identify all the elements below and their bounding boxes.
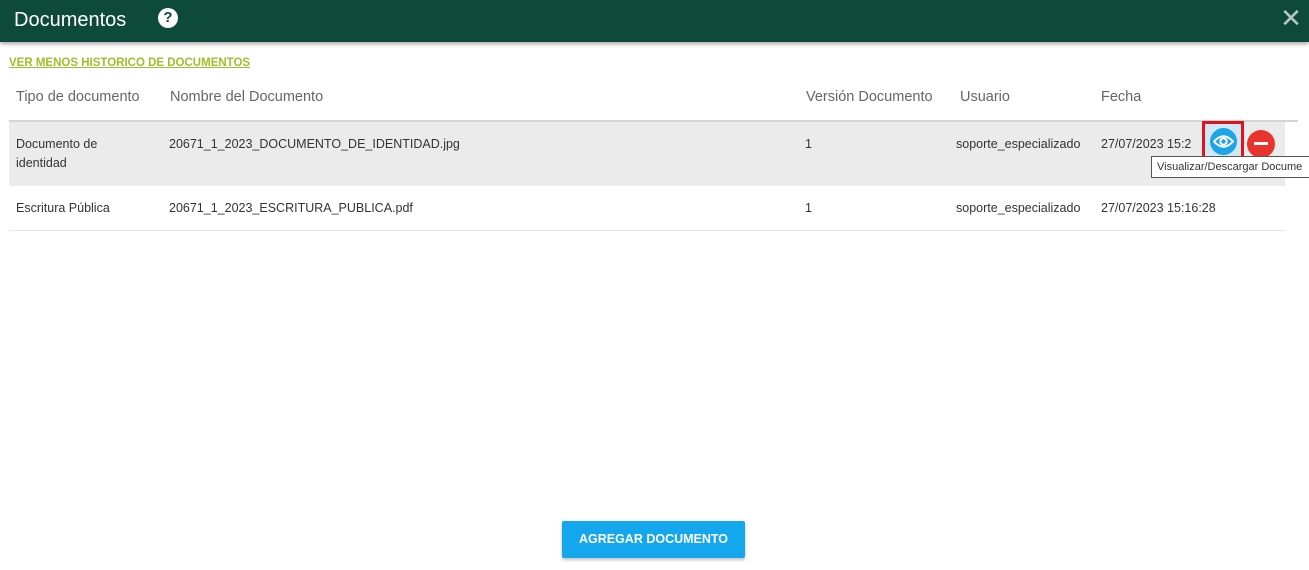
cell-tipo: Escritura Pública (16, 201, 110, 215)
dialog-title: Documentos (14, 9, 127, 31)
column-header-tipo: Tipo de documento (16, 89, 140, 105)
cell-version: 1 (805, 137, 812, 151)
minus-icon (1254, 142, 1268, 145)
table-row: Documento de identidad 20671_1_2023_DOCU… (9, 122, 1285, 186)
eye-icon (1210, 128, 1237, 155)
cell-usuario: soporte_especializado (956, 137, 1081, 151)
column-header-fecha: Fecha (1101, 89, 1142, 105)
column-header-version: Versión Documento (806, 89, 933, 105)
column-header-nombre: Nombre del Documento (170, 89, 324, 105)
cell-nombre: 20671_1_2023_ESCRITURA_PUBLICA.pdf (169, 201, 413, 215)
cell-version: 1 (805, 201, 812, 215)
cell-nombre: 20671_1_2023_DOCUMENTO_DE_IDENTIDAD.jpg (169, 137, 460, 151)
cell-fecha: 27/07/2023 15:2 (1101, 137, 1192, 151)
add-document-button[interactable]: AGREGAR DOCUMENTO (562, 521, 745, 558)
cell-fecha: 27/07/2023 15:16:28 (1101, 201, 1216, 215)
delete-button[interactable] (1247, 130, 1275, 158)
cell-usuario: soporte_especializado (956, 201, 1081, 215)
dialog-header: Documentos ? ✕ (0, 0, 1309, 42)
column-header-usuario: Usuario (960, 89, 1010, 105)
table-row: Escritura Pública 20671_1_2023_ESCRITURA… (9, 186, 1285, 231)
tooltip: Visualizar/Descargar Docume (1151, 156, 1309, 178)
view-download-button[interactable] (1202, 121, 1244, 161)
close-icon[interactable]: ✕ (1279, 3, 1303, 33)
cell-tipo: Documento de identidad (16, 137, 98, 170)
help-icon[interactable]: ? (158, 8, 178, 28)
history-toggle-link[interactable]: VER MENOS HISTORICO DE DOCUMENTOS (9, 57, 250, 69)
